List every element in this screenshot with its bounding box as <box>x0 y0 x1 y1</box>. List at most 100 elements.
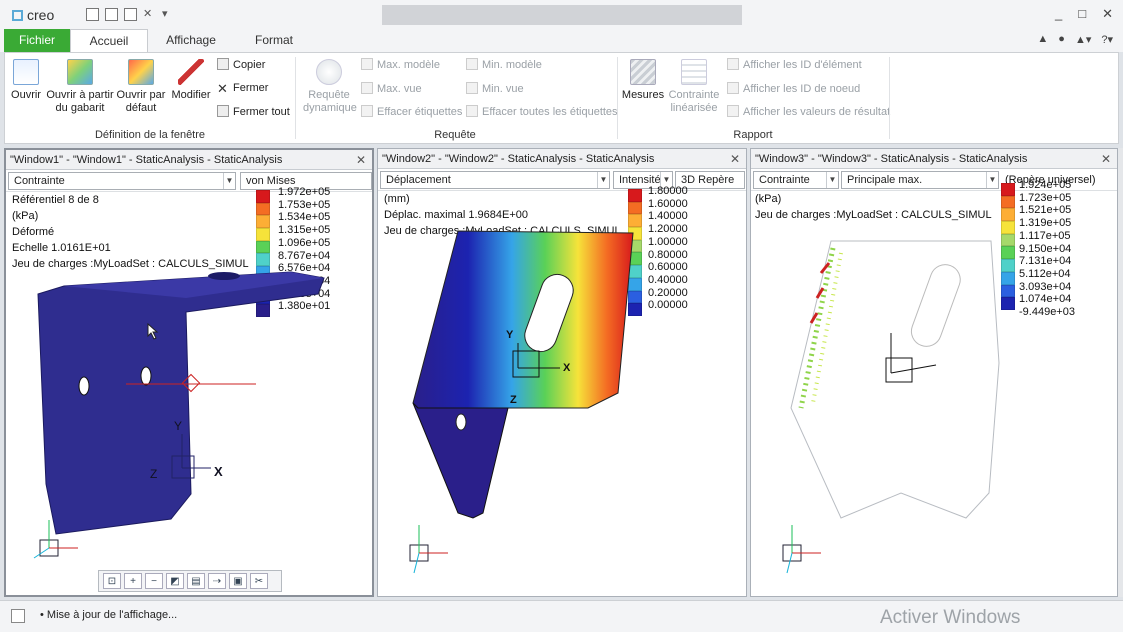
tab-view[interactable]: Affichage <box>150 29 232 52</box>
status-message: • Mise à jour de l'affichage... <box>40 609 178 621</box>
chevron-down-icon: ▼ <box>826 172 838 188</box>
clear-all-labels-label: Effacer toutes les étiquettes <box>482 106 618 118</box>
dropdown-icon[interactable]: ▾ <box>162 8 175 21</box>
chevron-down-icon: ▼ <box>986 172 998 188</box>
max-model-button[interactable]: Max. modèle <box>361 58 440 71</box>
community-icon[interactable]: ▲▾ <box>1075 33 1091 46</box>
measures-button[interactable]: Mesures <box>621 59 665 102</box>
copy-button[interactable]: Copier <box>217 58 265 71</box>
tab-home[interactable]: Accueil <box>70 29 148 52</box>
quick-access-toolbar: ✕ ▾ <box>86 8 175 21</box>
minimize-button[interactable]: _ <box>1055 6 1062 22</box>
save-icon[interactable] <box>105 8 118 21</box>
zoom-in-icon[interactable]: + <box>124 573 142 589</box>
open-default-button[interactable]: Ouvrir par défaut <box>115 59 167 115</box>
named-views-icon[interactable]: ▤ <box>187 573 205 589</box>
group-query-label: Requête <box>434 129 476 141</box>
right-scrollbar[interactable] <box>1118 148 1123 597</box>
collapse-ribbon-icon[interactable]: ▲ <box>1037 33 1048 46</box>
chevron-down-icon: ▼ <box>597 172 609 188</box>
window-3-component-select[interactable]: Principale max. ▼ <box>841 171 999 189</box>
window-3-model-view[interactable] <box>751 193 1117 593</box>
tab-file[interactable]: Fichier <box>4 29 70 52</box>
open-template-button[interactable]: Ouvrir à partir du gabarit <box>45 59 115 115</box>
separator <box>295 57 296 139</box>
linear-stress-label-1: Contrainte <box>668 89 720 101</box>
orient-icon[interactable]: ⇢ <box>208 573 226 589</box>
max-model-label: Max. modèle <box>377 59 440 71</box>
window-3-component-value: Principale max. <box>847 174 923 186</box>
max-view-button[interactable]: Max. vue <box>361 82 422 95</box>
stress-points <box>811 252 843 404</box>
open-default-label-2: défaut <box>125 102 157 114</box>
creo-logo-icon <box>12 10 23 21</box>
view-toolbar: ⊡ + − ◩ ▤ ⇢ ▣ ✂ <box>98 570 282 592</box>
clear-labels-label: Effacer étiquettes <box>377 106 463 118</box>
new-icon[interactable] <box>86 8 99 21</box>
open-button[interactable]: Ouvrir <box>9 59 43 102</box>
result-window-3[interactable]: "Window3" - "Window3" - StaticAnalysis -… <box>750 148 1118 597</box>
ribbon-tabs: Fichier Accueil Affichage Format ▲ ● ▲▾ … <box>0 29 1123 52</box>
hole <box>78 376 90 396</box>
dynamic-query-button[interactable]: Requête dynamique <box>303 59 357 115</box>
window-2-header: "Window2" - "Window2" - StaticAnalysis -… <box>378 149 746 169</box>
separator <box>617 57 618 139</box>
zoom-fit-icon[interactable]: ⊡ <box>103 573 121 589</box>
open-template-label-2: du gabarit <box>55 102 105 114</box>
display-style-icon[interactable]: ▣ <box>229 573 247 589</box>
window-2-toolbar: Déplacement▼ Intensité▼ 3D Repère univ <box>378 169 746 191</box>
close-all-button[interactable]: Fermer tout <box>217 105 290 118</box>
window-1-model-view[interactable]: Y X Z <box>6 194 372 594</box>
save-as-icon[interactable] <box>124 8 137 21</box>
bracket-part <box>37 271 325 535</box>
axis-y-label: Y <box>506 329 514 341</box>
show-element-ids-button[interactable]: Afficher les ID d'élément <box>727 58 862 71</box>
min-model-button[interactable]: Min. modèle <box>466 58 542 71</box>
show-node-ids-button[interactable]: Afficher les ID de noeud <box>727 82 860 95</box>
tab-format[interactable]: Format <box>236 29 312 52</box>
options-icon[interactable]: ?▾ <box>1101 33 1113 46</box>
window-2-close-icon[interactable]: ✕ <box>730 149 740 169</box>
window-3-close-icon[interactable]: ✕ <box>1101 149 1111 169</box>
window-1-close-icon[interactable]: ✕ <box>356 150 366 170</box>
result-window-1[interactable]: "Window1" - "Window1" - StaticAnalysis -… <box>4 148 374 597</box>
clear-all-labels-button[interactable]: Effacer toutes les étiquettes <box>466 105 618 118</box>
show-node-ids-label: Afficher les ID de noeud <box>743 83 861 95</box>
close-window-icon[interactable]: ✕ <box>143 8 156 21</box>
stress-points <box>798 247 836 409</box>
window-1-quantity-select[interactable]: Contrainte ▼ <box>8 172 236 190</box>
axis-x-line <box>890 364 937 374</box>
show-result-values-button[interactable]: Afficher les valeurs de résultat <box>727 105 890 118</box>
clear-all-labels-icon <box>466 105 478 117</box>
axis-z-label: Z <box>510 394 517 406</box>
zoom-out-icon[interactable]: − <box>145 573 163 589</box>
spin-center-icon[interactable]: ✂ <box>250 573 268 589</box>
open-label: Ouvrir <box>11 89 41 101</box>
result-window-2[interactable]: "Window2" - "Window2" - StaticAnalysis -… <box>377 148 747 597</box>
chevron-down-icon: ▼ <box>223 173 235 189</box>
help-icon[interactable]: ● <box>1058 33 1065 46</box>
linearized-stress-button[interactable]: Contrainte linéarisée <box>665 59 723 115</box>
copy-label: Copier <box>233 59 266 71</box>
window-title <box>382 5 742 25</box>
close-button[interactable]: ✕ <box>1102 6 1113 22</box>
pencil-icon <box>178 59 204 85</box>
window-2-model-view[interactable]: Y X Z <box>378 193 744 593</box>
maximize-button[interactable]: □ <box>1078 6 1086 22</box>
min-view-button[interactable]: Min. vue <box>466 82 524 95</box>
close-icon: ✕ <box>217 81 228 96</box>
close-view-button[interactable]: ✕ Fermer <box>217 82 268 95</box>
result-values-icon <box>727 105 739 117</box>
table-icon <box>681 59 707 85</box>
window-1-header: "Window1" - "Window1" - StaticAnalysis -… <box>6 150 372 170</box>
modify-button[interactable]: Modifier <box>169 59 213 102</box>
window-3-quantity-select[interactable]: Contrainte ▼ <box>753 171 839 189</box>
max-view-label: Max. vue <box>377 83 422 95</box>
bracket-top-plate <box>412 230 634 409</box>
status-checkbox[interactable] <box>11 609 25 623</box>
ribbon: Ouvrir Ouvrir à partir du gabarit Ouvrir… <box>4 52 1119 144</box>
clear-labels-button[interactable]: Effacer étiquettes <box>361 105 462 118</box>
min-model-label: Min. modèle <box>482 59 542 71</box>
window-2-quantity-select[interactable]: Déplacement ▼ <box>380 171 610 189</box>
refit-icon[interactable]: ◩ <box>166 573 184 589</box>
